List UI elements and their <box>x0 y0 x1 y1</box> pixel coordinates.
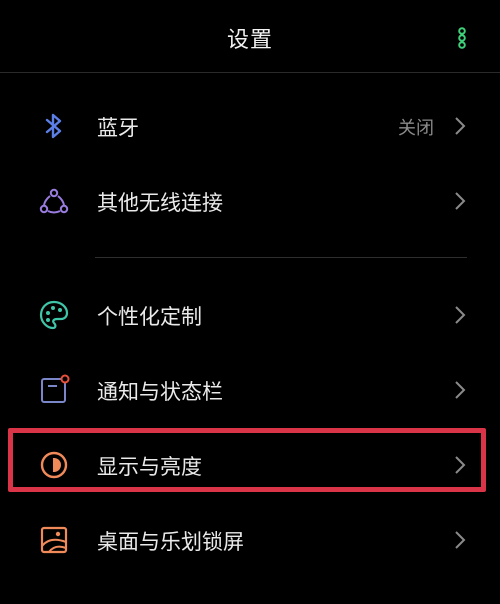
bluetooth-icon <box>45 113 62 139</box>
more-options-icon[interactable] <box>452 26 472 50</box>
settings-item-bluetooth[interactable]: 蓝牙 关闭 <box>0 96 500 156</box>
section-divider <box>95 257 467 258</box>
wallpaper-icon <box>40 526 68 554</box>
settings-item-label: 通知与状态栏 <box>97 380 223 404</box>
settings-item-other-wireless[interactable]: 其他无线连接 <box>0 171 500 231</box>
chevron-right-icon <box>455 306 466 324</box>
settings-item-personalization[interactable]: 个性化定制 <box>0 285 500 345</box>
settings-item-label: 其他无线连接 <box>97 191 223 215</box>
settings-item-label: 桌面与乐划锁屏 <box>97 530 244 554</box>
settings-item-label: 个性化定制 <box>97 305 202 329</box>
wireless-connection-icon <box>39 188 69 214</box>
palette-icon <box>39 300 69 330</box>
settings-item-desktop-lockscreen[interactable]: 桌面与乐划锁屏 <box>0 510 500 570</box>
highlight-box <box>8 428 486 492</box>
chevron-right-icon <box>455 192 466 210</box>
chevron-right-icon <box>455 117 466 135</box>
settings-item-notifications[interactable]: 通知与状态栏 <box>0 360 500 420</box>
chevron-right-icon <box>455 381 466 399</box>
chevron-right-icon <box>455 531 466 549</box>
top-bar: 设置 <box>0 0 500 73</box>
settings-item-label: 蓝牙 <box>97 116 139 140</box>
page-title: 设置 <box>226 28 273 53</box>
bluetooth-status: 关闭 <box>398 118 434 139</box>
notification-icon <box>41 374 70 403</box>
